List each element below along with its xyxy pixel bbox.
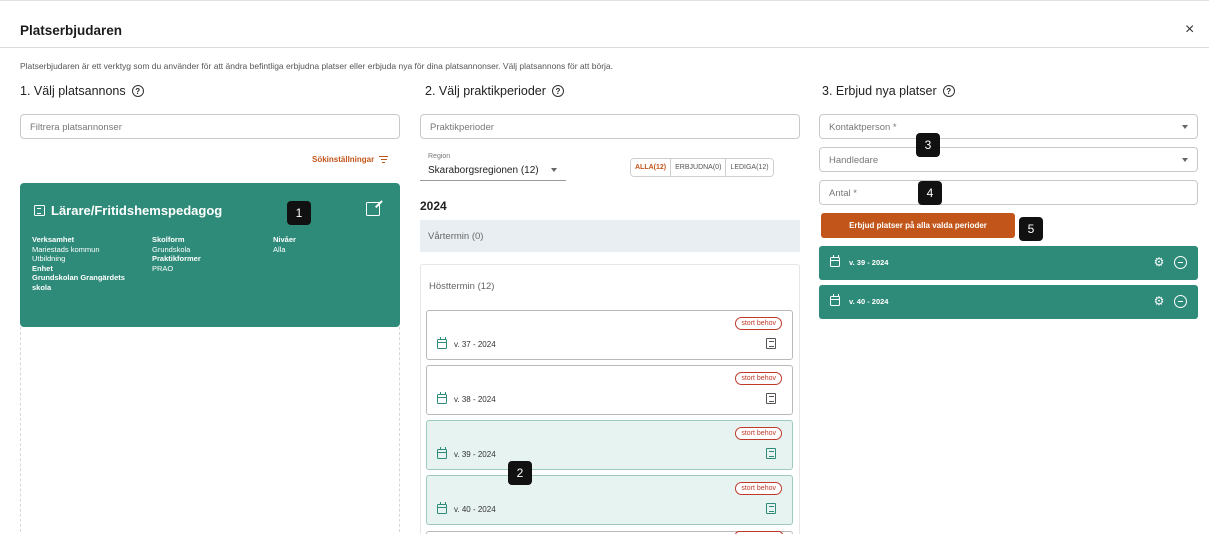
dialog-description: Platserbjudaren är ett verktyg som du an… xyxy=(20,61,613,71)
period-item[interactable]: stort behov v. 37 - 2024 xyxy=(426,310,793,360)
card-label: Verksamhet xyxy=(32,235,75,244)
period-name: v. 39 - 2024 xyxy=(454,450,496,459)
filter-ads-input[interactable]: Filtrera platsannonser xyxy=(20,114,400,139)
col3-heading: 3. Erbjud nya platser ? xyxy=(822,84,955,98)
region-label: Region xyxy=(428,153,451,160)
search-settings-label: Sökinställningar xyxy=(312,155,375,164)
col1-heading: 1. Välj platsannons ? xyxy=(20,84,144,98)
card-value: Mariestads kommun xyxy=(32,244,100,254)
card-label: Enhet xyxy=(32,263,53,273)
selected-period-name: v. 40 - 2024 xyxy=(849,297,889,306)
gear-icon[interactable]: ⚙ xyxy=(1153,295,1165,307)
card-value: Grundskolan Grangärdets skola xyxy=(32,273,125,292)
filter-icon xyxy=(379,156,389,163)
selected-period-row[interactable]: v. 40 - 2024 ⚙ xyxy=(819,285,1198,319)
ad-list-panel xyxy=(20,327,400,534)
remove-icon[interactable] xyxy=(1174,295,1187,308)
need-tag: stort behov xyxy=(735,372,782,385)
document-icon[interactable] xyxy=(766,448,776,459)
offer-places-button[interactable]: Erbjud platser på alla valda perioder xyxy=(821,213,1015,238)
gear-icon[interactable]: ⚙ xyxy=(1153,256,1165,268)
supervisor-placeholder: Handledare xyxy=(829,155,879,166)
annotation-badge-2: 2 xyxy=(508,461,532,485)
calendar-icon xyxy=(437,502,447,514)
col2-heading: 2. Välj praktikperioder ? xyxy=(425,84,564,98)
help-icon[interactable]: ? xyxy=(551,85,564,97)
card-label: Praktikformer xyxy=(152,254,201,263)
region-value: Skaraborgsregionen (12) xyxy=(428,165,539,176)
period-name: v. 37 - 2024 xyxy=(454,340,496,349)
annotation-badge-5: 5 xyxy=(1019,217,1043,241)
ad-card-title: Lärare/Fritidshemspedagog xyxy=(34,203,222,218)
close-icon[interactable]: × xyxy=(1185,21,1194,39)
annotation-badge-1: 1 xyxy=(287,201,311,225)
need-tag: stort behov xyxy=(735,482,782,495)
ad-title-text: Lärare/Fritidshemspedagog xyxy=(51,203,223,218)
tab-available[interactable]: LEDIGA(12) xyxy=(726,159,773,176)
ad-card[interactable]: Lärare/Fritidshemspedagog Verksamhet Mar… xyxy=(20,183,400,327)
document-icon[interactable] xyxy=(766,338,776,349)
listing-icon xyxy=(34,205,45,216)
annotation-badge-3: 3 xyxy=(916,133,940,157)
autumn-term-label: Hösttermin (12) xyxy=(429,281,495,292)
divider xyxy=(0,47,1209,48)
col2-heading-text: 2. Välj praktikperioder xyxy=(425,84,546,98)
annotation-badge-4: 4 xyxy=(918,181,942,205)
need-tag: stort behov xyxy=(735,317,782,330)
selected-period-row[interactable]: v. 39 - 2024 ⚙ xyxy=(819,246,1198,280)
period-filter-tabs: ALLA(12) ERBJUDNA(0) LEDIGA(12) xyxy=(630,158,774,177)
help-icon[interactable]: ? xyxy=(942,85,955,97)
document-icon[interactable] xyxy=(766,503,776,514)
card-value: Utbildning xyxy=(32,254,66,263)
calendar-icon xyxy=(830,294,840,306)
selected-period-name: v. 39 - 2024 xyxy=(849,258,889,267)
card-col-c: Nivåer Alla xyxy=(273,235,296,254)
card-col-b: Skolform Grundskola Praktikformer PRAO xyxy=(152,235,201,273)
need-tag: stort behov xyxy=(735,427,782,440)
card-col-a: Verksamhet Mariestads kommun Utbildning … xyxy=(32,235,142,292)
dialog-title: Platserbjudaren xyxy=(20,23,123,38)
chevron-down-icon xyxy=(1182,158,1188,162)
period-name: v. 40 - 2024 xyxy=(454,505,496,514)
col1-heading-text: 1. Välj platsannons xyxy=(20,84,126,98)
help-icon[interactable]: ? xyxy=(131,85,144,97)
calendar-icon xyxy=(830,255,840,267)
contact-person-select[interactable]: Kontaktperson * xyxy=(819,114,1198,139)
search-settings-button[interactable]: Sökinställningar xyxy=(312,155,389,164)
open-external-icon[interactable] xyxy=(366,202,380,216)
period-name: v. 38 - 2024 xyxy=(454,395,496,404)
card-value: Alla xyxy=(273,244,286,254)
chevron-down-icon xyxy=(1182,125,1188,129)
calendar-icon xyxy=(437,337,447,349)
calendar-icon xyxy=(437,447,447,459)
card-label: Nivåer xyxy=(273,235,296,244)
tab-all[interactable]: ALLA(12) xyxy=(631,159,672,176)
region-select[interactable]: Region Skaraborgsregionen (12) xyxy=(420,151,566,181)
calendar-icon xyxy=(437,392,447,404)
periods-input[interactable]: Praktikperioder xyxy=(420,114,800,139)
spring-term[interactable]: Vårtermin (0) xyxy=(420,220,800,252)
card-label: Skolform xyxy=(152,235,185,244)
supervisor-select[interactable]: Handledare xyxy=(819,147,1198,172)
count-input[interactable]: Antal * xyxy=(819,180,1198,205)
remove-icon[interactable] xyxy=(1174,256,1187,269)
period-item-selected[interactable]: stort behov v. 40 - 2024 xyxy=(426,475,793,525)
tab-offered[interactable]: ERBJUDNA(0) xyxy=(671,159,727,176)
period-item-selected[interactable]: stort behov v. 39 - 2024 xyxy=(426,420,793,470)
card-value: PRAO xyxy=(152,263,174,273)
chevron-down-icon xyxy=(551,168,557,172)
contact-person-placeholder: Kontaktperson * xyxy=(829,122,897,133)
col3-heading-text: 3. Erbjud nya platser xyxy=(822,84,937,98)
period-item[interactable]: stort behov v. 38 - 2024 xyxy=(426,365,793,415)
year-heading: 2024 xyxy=(420,199,447,213)
document-icon[interactable] xyxy=(766,393,776,404)
card-value: Grundskola xyxy=(152,244,191,254)
dialog: Platserbjudaren × Platserbjudaren är ett… xyxy=(0,0,1209,534)
